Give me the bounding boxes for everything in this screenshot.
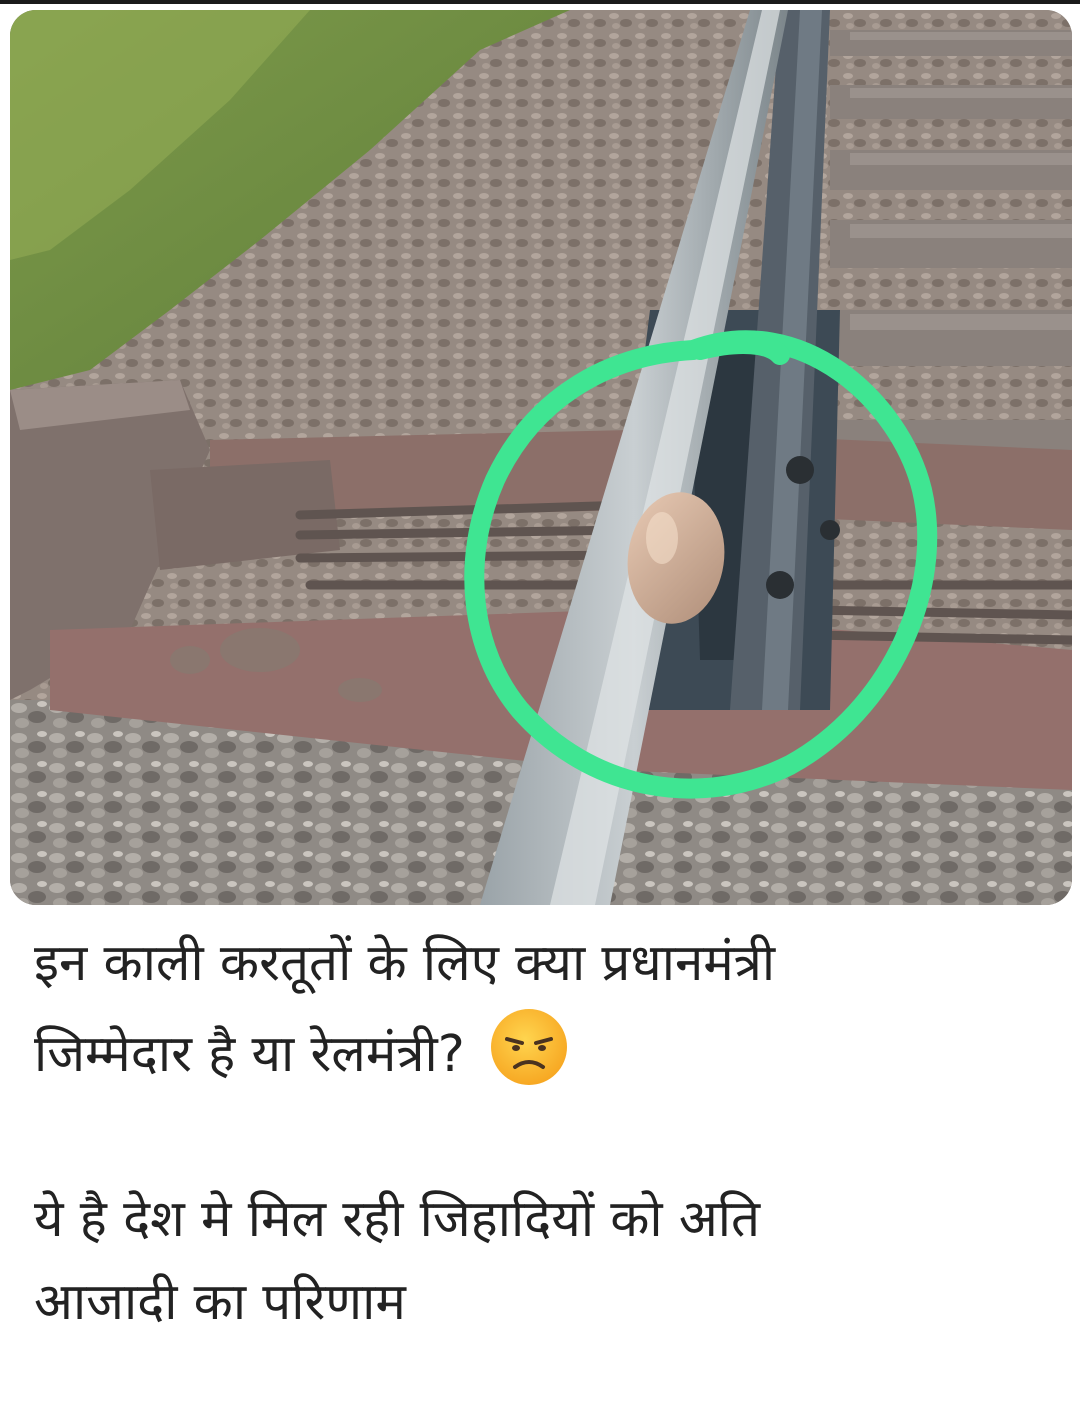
caption-line-3: ये है देश मे मिल रही जिहादियों को अति <box>34 1190 761 1249</box>
top-divider <box>0 0 1080 4</box>
post-caption: इन काली करतूतों के लिए क्या प्रधानमंत्री… <box>34 922 1044 1344</box>
caption-line-1: इन काली करतूतों के लिए क्या प्रधानमंत्री <box>34 934 776 993</box>
caption-line-2: जिम्मेदार है या रेलमंत्री? <box>34 1025 465 1084</box>
post-image[interactable] <box>10 10 1072 905</box>
railway-track-photo <box>10 10 1072 905</box>
caption-line-4: आजादी का परिणाम <box>34 1273 406 1332</box>
angry-face-icon <box>487 1005 571 1089</box>
